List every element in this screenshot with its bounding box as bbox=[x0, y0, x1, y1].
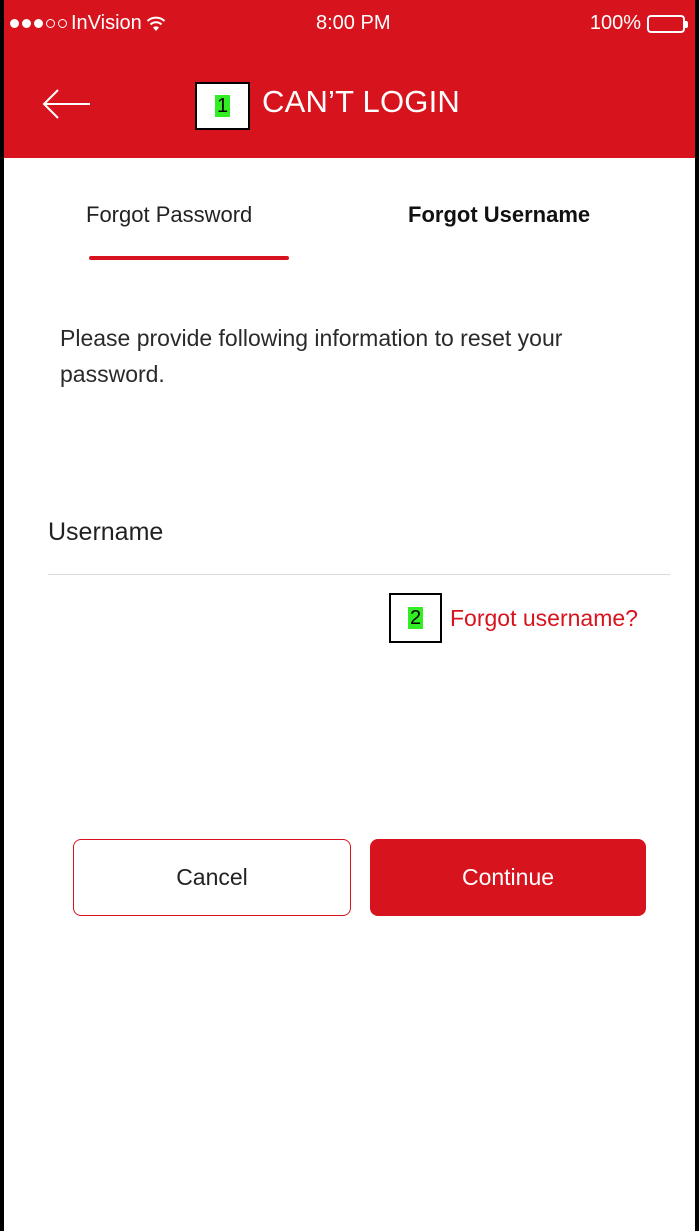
continue-button[interactable]: Continue bbox=[370, 839, 646, 916]
annotation-marker-2: 2 bbox=[389, 593, 442, 643]
battery-icon bbox=[647, 14, 688, 33]
active-tab-indicator bbox=[89, 256, 289, 260]
app-header: InVision 8:00 PM 100% 1 CAN’T LOGIN bbox=[4, 0, 695, 158]
signal-dots-icon bbox=[10, 19, 67, 28]
forgot-username-link[interactable]: Forgot username? bbox=[450, 605, 638, 632]
battery-percent: 100% bbox=[589, 12, 641, 34]
status-left: InVision bbox=[10, 12, 166, 35]
cancel-button[interactable]: Cancel bbox=[73, 839, 351, 916]
instructions-text: Please provide following information to … bbox=[60, 325, 563, 387]
carrier-name: InVision bbox=[71, 12, 142, 34]
tab-bar: Forgot Password Forgot Username bbox=[4, 190, 695, 270]
status-time: 8:00 PM bbox=[316, 12, 391, 34]
username-underline bbox=[48, 574, 670, 575]
back-button[interactable] bbox=[40, 86, 92, 122]
username-input[interactable] bbox=[48, 505, 670, 571]
tab-forgot-password[interactable]: Forgot Password bbox=[86, 202, 252, 228]
page-title: CAN’T LOGIN bbox=[262, 84, 460, 119]
status-bar: InVision 8:00 PM 100% bbox=[4, 0, 695, 50]
arrow-left-icon bbox=[42, 89, 90, 119]
tab-forgot-username[interactable]: Forgot Username bbox=[408, 202, 590, 228]
wifi-icon bbox=[146, 16, 165, 31]
status-right: 100% bbox=[589, 12, 688, 35]
annotation-marker-1-label: 1 bbox=[214, 95, 231, 117]
annotation-marker-1: 1 bbox=[195, 82, 250, 130]
phone-screen: InVision 8:00 PM 100% 1 CAN’T LOGIN Forg… bbox=[0, 0, 695, 1231]
annotation-marker-2-label: 2 bbox=[407, 607, 424, 629]
